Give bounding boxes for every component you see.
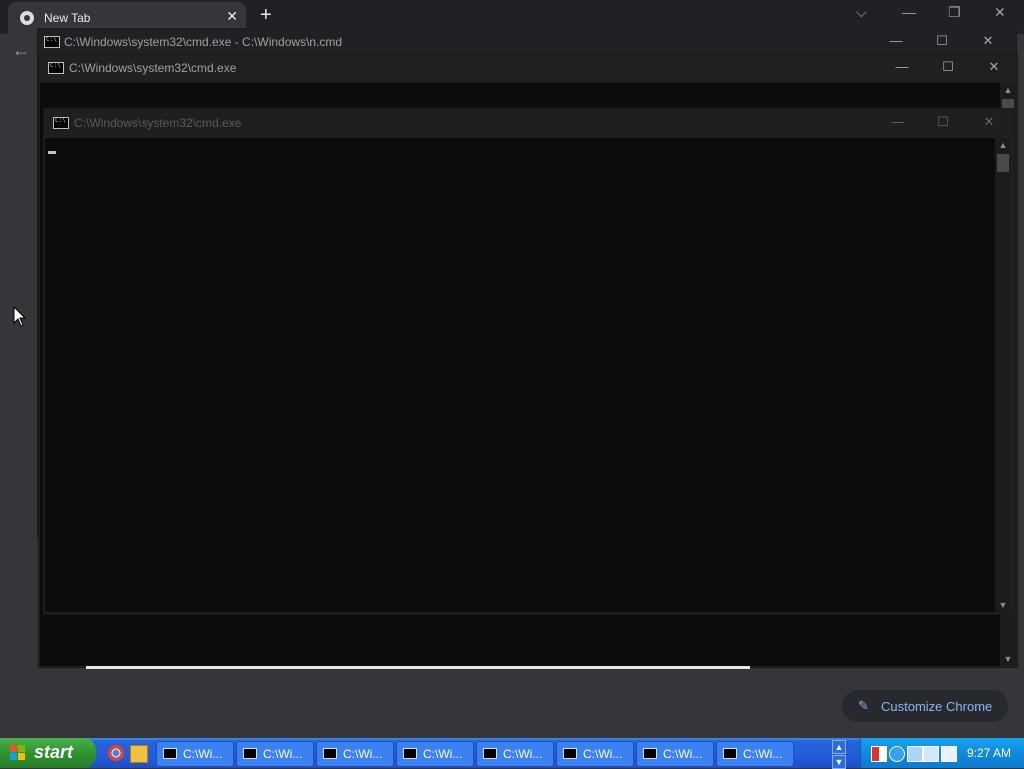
tab-search-icon[interactable]: ⌵ bbox=[856, 4, 867, 21]
chrome-minimize-button[interactable]: — bbox=[902, 4, 916, 20]
chrome-close-button[interactable]: ✕ bbox=[994, 4, 1006, 21]
taskbar-item-label: C:\Wi... bbox=[583, 747, 623, 761]
cmd-icon bbox=[163, 748, 177, 759]
volume-icon[interactable] bbox=[941, 746, 957, 762]
window-title: C:\Windows\system32\cmd.exe bbox=[69, 61, 237, 75]
cmd-icon bbox=[563, 748, 577, 759]
taskbar-item-cmd[interactable]: C:\Wi... bbox=[236, 741, 314, 767]
taskbar-item-cmd[interactable]: C:\Wi... bbox=[716, 741, 794, 767]
scroll-down-icon[interactable]: ▼ bbox=[995, 600, 1011, 610]
cmd-icon bbox=[483, 748, 497, 759]
progress-line bbox=[86, 666, 750, 669]
start-button[interactable]: start bbox=[0, 738, 96, 768]
window-titlebar[interactable]: C:\Windows\system32\cmd.exe — ☐ ✕ bbox=[39, 55, 1017, 81]
explorer-quicklaunch-icon[interactable] bbox=[130, 745, 148, 763]
taskbar-item-cmd[interactable]: C:\Wi... bbox=[156, 741, 234, 767]
window-title: C:\Windows\system32\cmd.exe bbox=[74, 116, 242, 130]
skype-icon[interactable] bbox=[889, 746, 905, 762]
scroll-up-icon[interactable]: ▲ bbox=[995, 140, 1011, 150]
taskbar-scroll[interactable]: ▲ ▼ bbox=[832, 740, 846, 769]
maximize-button[interactable]: ☐ bbox=[938, 59, 958, 77]
taskbar-item-label: C:\Wi... bbox=[663, 747, 703, 761]
scroll-thumb[interactable] bbox=[997, 154, 1009, 172]
chrome-restore-button[interactable]: ❐ bbox=[948, 4, 961, 21]
taskbar-item-cmd[interactable]: C:\Wi... bbox=[636, 741, 714, 767]
customize-chrome-label: Customize Chrome bbox=[881, 699, 993, 714]
cmd-icon bbox=[643, 748, 657, 759]
taskbar-item-label: C:\Wi... bbox=[423, 747, 463, 761]
new-tab-button[interactable]: + bbox=[260, 4, 272, 27]
window-titlebar[interactable]: C:\Windows\system32\cmd.exe — ☐ ✕ bbox=[44, 109, 1014, 137]
tab-title: New Tab bbox=[44, 11, 91, 25]
chrome-favicon-icon bbox=[20, 11, 34, 25]
close-button[interactable]: ✕ bbox=[979, 114, 999, 132]
text-cursor bbox=[48, 151, 56, 154]
minimize-button[interactable]: — bbox=[886, 33, 906, 51]
system-tray: 9:27 AM bbox=[860, 738, 1024, 768]
scrollbar[interactable]: ▲ ▼ bbox=[995, 138, 1011, 612]
tab-close-icon[interactable]: ✕ bbox=[226, 8, 238, 25]
pencil-icon: ✎ bbox=[858, 698, 869, 713]
scroll-down-icon[interactable]: ▼ bbox=[1000, 654, 1016, 664]
maximize-button[interactable]: ☐ bbox=[932, 33, 952, 51]
taskbar-item-label: C:\Wi... bbox=[343, 747, 383, 761]
mouse-pointer-icon bbox=[13, 306, 27, 327]
taskbar-item-cmd[interactable]: C:\Wi... bbox=[396, 741, 474, 767]
taskbar-item-label: C:\Wi... bbox=[263, 747, 303, 761]
taskbar-scroll-up-icon[interactable]: ▲ bbox=[832, 740, 846, 754]
chrome-quicklaunch-icon[interactable] bbox=[108, 745, 124, 761]
taskbar-item-label: C:\Wi... bbox=[503, 747, 543, 761]
maximize-button[interactable]: ☐ bbox=[933, 114, 953, 132]
cmd-icon bbox=[723, 748, 737, 759]
security-shield-icon[interactable] bbox=[871, 746, 887, 762]
taskbar-scroll-down-icon[interactable]: ▼ bbox=[832, 755, 846, 769]
windows-flag-icon bbox=[10, 745, 26, 761]
scroll-up-icon[interactable]: ▲ bbox=[1000, 85, 1016, 95]
close-button[interactable]: ✕ bbox=[984, 59, 1004, 77]
taskbar-item-cmd[interactable]: C:\Wi... bbox=[476, 741, 554, 767]
window-titlebar[interactable]: C:\Windows\system32\cmd.exe - C:\Windows… bbox=[38, 29, 1016, 55]
window-title: C:\Windows\system32\cmd.exe - C:\Windows… bbox=[64, 35, 343, 49]
customize-chrome-button[interactable]: ✎ Customize Chrome bbox=[842, 690, 1008, 722]
taskbar: start C:\Wi... C:\Wi... C:\Wi... C:\Wi..… bbox=[0, 738, 1024, 769]
console-area[interactable] bbox=[45, 138, 995, 612]
taskbar-item-label: C:\Wi... bbox=[183, 747, 223, 761]
cmd-icon bbox=[323, 748, 337, 759]
taskbar-item-cmd[interactable]: C:\Wi... bbox=[316, 741, 394, 767]
cmd-window-3[interactable]: C:\Windows\system32\cmd.exe — ☐ ✕ ▲ ▼ bbox=[43, 108, 1015, 615]
cmd-icon bbox=[243, 748, 257, 759]
back-arrow-icon[interactable]: ← bbox=[12, 40, 30, 61]
minimize-button[interactable]: — bbox=[892, 59, 912, 77]
cmd-icon bbox=[44, 36, 60, 48]
minimize-button[interactable]: — bbox=[888, 114, 908, 132]
cmd-icon bbox=[48, 62, 64, 74]
close-button[interactable]: ✕ bbox=[978, 33, 998, 51]
network-icon[interactable] bbox=[923, 746, 939, 762]
start-label: start bbox=[34, 742, 74, 762]
clock[interactable]: 9:27 AM bbox=[967, 746, 1011, 760]
cmd-icon bbox=[403, 748, 417, 759]
cmd-icon bbox=[53, 117, 69, 129]
taskbar-item-cmd[interactable]: C:\Wi... bbox=[556, 741, 634, 767]
taskbar-item-label: C:\Wi... bbox=[743, 747, 783, 761]
display-icon[interactable] bbox=[907, 746, 923, 762]
